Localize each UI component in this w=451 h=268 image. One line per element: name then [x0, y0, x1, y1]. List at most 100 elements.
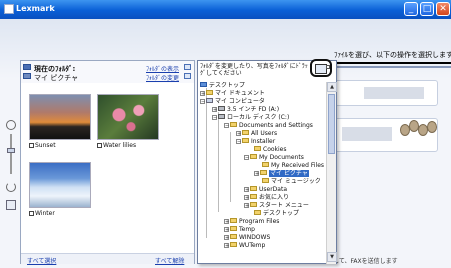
- expand-icon[interactable]: +: [254, 171, 259, 177]
- tree-node[interactable]: + WINDOWS: [224, 234, 270, 242]
- folder-icon: [254, 146, 261, 151]
- expand-icon[interactable]: +: [244, 195, 249, 201]
- folder-icon: [242, 138, 249, 143]
- expand-icon[interactable]: +: [200, 91, 205, 97]
- collapse-icon[interactable]: −: [224, 123, 229, 129]
- drive-icon: [218, 114, 225, 119]
- expand-icon[interactable]: +: [212, 107, 217, 113]
- folder-tree: デスクトップ + マイ ドキュメント − マイ コンピュータ +3.5 インチ FD…: [198, 82, 326, 264]
- edit-icon[interactable]: [6, 200, 16, 210]
- tree-node[interactable]: マイ ミュージック: [262, 178, 321, 186]
- photo-thumbnail-water-lilies[interactable]: [97, 94, 159, 140]
- photo-caption[interactable]: Water lilies: [97, 142, 136, 149]
- folder-tree-popup: ﾌｫﾙﾀﾞを変更したり、写真をﾌｫﾙﾀﾞにﾄﾞﾗｯｸﾞしてください デスクトップ…: [197, 59, 337, 264]
- folder-icon: [230, 122, 237, 127]
- photo-caption[interactable]: Sunset: [29, 142, 56, 149]
- scroll-up-icon[interactable]: ▲: [327, 82, 337, 92]
- show-folder-link[interactable]: ﾌｫﾙﾀﾞの表示: [146, 64, 179, 73]
- left-toolbar: [6, 120, 18, 230]
- panel-header: 現在のﾌｫﾙﾀﾞ: マイ ピクチャ ﾌｫﾙﾀﾞの表示 ﾌｫﾙﾀﾞの変更: [21, 61, 194, 83]
- expand-icon[interactable]: +: [224, 243, 229, 249]
- collapse-icon[interactable]: −: [200, 99, 205, 105]
- action-placeholder: [342, 127, 392, 141]
- photo-panel: 現在のﾌｫﾙﾀﾞ: マイ ピクチャ ﾌｫﾙﾀﾞの表示 ﾌｫﾙﾀﾞの変更 Suns…: [20, 60, 195, 265]
- maximize-button[interactable]: □: [420, 2, 434, 16]
- tree-node[interactable]: − ローカル ディスク (C:): [212, 114, 289, 122]
- callout-line: [320, 62, 451, 64]
- close-button[interactable]: ✕: [436, 2, 450, 16]
- tree-node[interactable]: + お気に入り: [244, 194, 289, 202]
- tree-node[interactable]: デスクトップ: [200, 82, 245, 90]
- tree-node[interactable]: − My Documents: [244, 154, 304, 162]
- collapse-icon[interactable]: −: [236, 139, 241, 145]
- scroll-down-icon[interactable]: ▼: [327, 252, 337, 262]
- expand-icon[interactable]: +: [244, 187, 249, 193]
- tree-node[interactable]: + WUTemp: [224, 242, 265, 250]
- instruction-text: ﾌｧｲﾙを選び、以下の操作を選択します: [334, 51, 451, 59]
- expand-icon[interactable]: +: [224, 219, 229, 225]
- zoom-slider-track[interactable]: [10, 134, 12, 174]
- select-all-link[interactable]: すべて選択: [27, 256, 56, 265]
- expand-icon[interactable]: +: [244, 203, 249, 209]
- folder-icon: [206, 90, 213, 95]
- tree-node[interactable]: + Program Files: [224, 218, 279, 226]
- tree-node[interactable]: My Received Files: [262, 162, 324, 170]
- photo-checkbox[interactable]: [29, 211, 34, 216]
- folder-icon: [250, 154, 257, 159]
- folder-icon: [254, 210, 261, 215]
- tree-node[interactable]: − マイ コンピュータ: [200, 98, 265, 106]
- tree-node[interactable]: − Installer: [236, 138, 275, 146]
- rotate-icon[interactable]: [6, 182, 16, 192]
- tree-node[interactable]: Cookies: [254, 146, 287, 154]
- collapse-icon[interactable]: −: [212, 115, 217, 121]
- photo-thumbnail-sunset[interactable]: [29, 94, 91, 140]
- folder-icon: [23, 73, 31, 79]
- folder-icon: [262, 162, 269, 167]
- folder-icon: [262, 178, 269, 183]
- photo-checkbox[interactable]: [29, 143, 34, 148]
- tree-node[interactable]: +3.5 インチ FD (A:): [212, 106, 279, 114]
- expand-icon[interactable]: +: [236, 131, 241, 137]
- expand-icon[interactable]: +: [224, 227, 229, 233]
- highlight-box: [310, 59, 332, 77]
- tree-node[interactable]: + Temp: [224, 226, 255, 234]
- tree-node[interactable]: + スタート メニュー: [244, 202, 309, 210]
- clear-all-link[interactable]: すべて解除: [155, 256, 184, 265]
- window-title: Lexmark: [16, 4, 55, 13]
- action-card-1[interactable]: [333, 80, 438, 106]
- tree-node[interactable]: − Documents and Settings: [224, 122, 313, 130]
- tree-node[interactable]: + UserData: [244, 186, 287, 194]
- list-view-icon[interactable]: [184, 64, 191, 70]
- photo-caption[interactable]: Winter: [29, 210, 55, 217]
- action-placeholder: [364, 87, 424, 99]
- title-bar: Lexmark _ □ ✕: [0, 0, 451, 19]
- popup-hint: ﾌｫﾙﾀﾞを変更したり、写真をﾌｫﾙﾀﾞにﾄﾞﾗｯｸﾞしてください: [200, 63, 308, 77]
- panel-footer: すべて選択 すべて解除: [21, 253, 194, 265]
- current-folder-name: マイ ピクチャ: [34, 74, 79, 82]
- minimize-button[interactable]: _: [404, 2, 418, 16]
- floppy-icon: [218, 106, 225, 111]
- tree-node[interactable]: デスクトップ: [254, 210, 299, 218]
- tree-node-selected[interactable]: + マイ ピクチャ: [254, 170, 309, 178]
- photo-checkbox[interactable]: [97, 143, 102, 148]
- tree-node[interactable]: + All Users: [236, 130, 277, 138]
- vertical-scrollbar[interactable]: ▲ ▼: [326, 82, 337, 264]
- desktop-icon: [200, 82, 207, 87]
- thumbnail-view-icon[interactable]: [184, 73, 191, 79]
- folder-icon: [230, 234, 237, 239]
- tree-node[interactable]: + マイ ドキュメント: [200, 90, 265, 98]
- zoom-slider-knob[interactable]: [7, 148, 15, 153]
- expand-icon[interactable]: +: [224, 235, 229, 241]
- lexmark-logo-icon: [4, 4, 14, 14]
- change-folder-link[interactable]: ﾌｫﾙﾀﾞの変更: [146, 73, 179, 82]
- photo-thumbnail-winter[interactable]: [29, 162, 91, 208]
- folder-icon: [23, 64, 31, 70]
- folder-icon: [242, 130, 249, 135]
- scrollbar-thumb[interactable]: [328, 94, 335, 154]
- cats-photo-icon: [400, 118, 440, 142]
- folder-icon: [250, 202, 257, 207]
- folder-icon: [230, 218, 237, 223]
- zoom-icon[interactable]: [6, 120, 16, 130]
- collapse-icon[interactable]: −: [244, 155, 249, 161]
- folder-icon: [250, 186, 257, 191]
